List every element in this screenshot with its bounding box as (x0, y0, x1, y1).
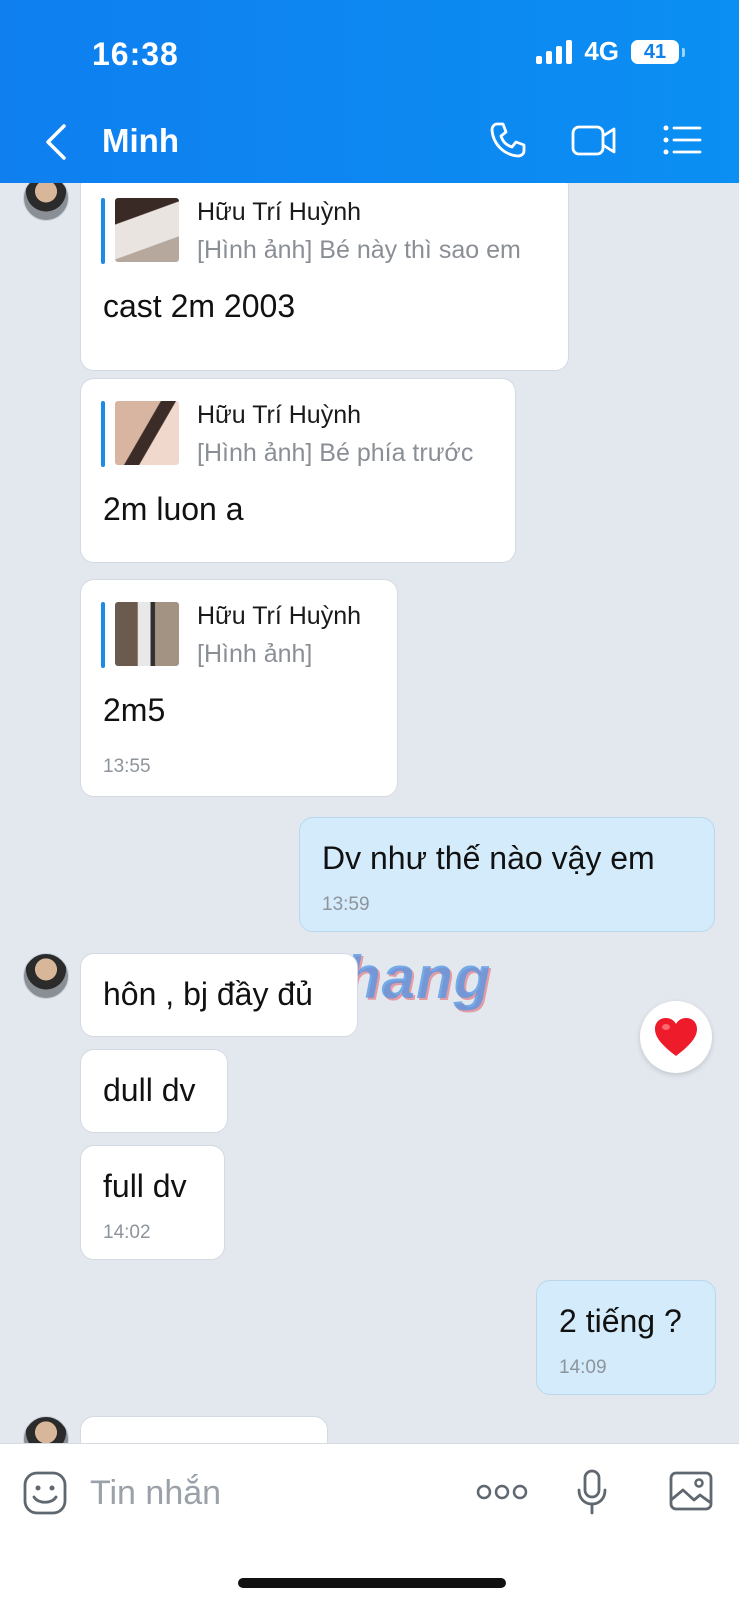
signal-icon (536, 39, 573, 64)
home-indicator[interactable] (238, 1578, 506, 1588)
heart-icon (655, 1018, 697, 1056)
battery-level: 41 (643, 40, 667, 63)
quote-text: [Hình ảnh] (197, 640, 313, 668)
message-time: 13:55 (103, 756, 151, 777)
sticker-icon[interactable] (22, 1470, 68, 1516)
quoted-image-thumbnail[interactable] (115, 602, 179, 666)
message-text: hôn , bj đầy đủ (103, 976, 313, 1012)
message-input[interactable]: Tin nhắn (90, 1474, 221, 1513)
message-bubble[interactable]: full dv 14:02 (80, 1145, 225, 1260)
quote-bar (101, 401, 105, 467)
message-text: cast 2m 2003 (103, 288, 296, 324)
microphone-icon[interactable] (576, 1468, 608, 1516)
message-composer: Tin nhắn (0, 1443, 739, 1601)
quote-bar (101, 198, 105, 264)
quote-sender-name: Hữu Trí Huỳnh (197, 401, 362, 429)
chat-area[interactable]: Hữu Trí Huỳnh [Hình ảnh] Bé này thì sao … (0, 183, 739, 1443)
image-icon[interactable] (668, 1470, 714, 1512)
quoted-image-thumbnail[interactable] (115, 198, 179, 262)
quote-text: [Hình ảnh] Bé này thì sao em (197, 236, 521, 264)
message-text: 2m luon a (103, 491, 244, 527)
avatar[interactable] (23, 953, 69, 999)
quote-text: [Hình ảnh] Bé phía trước (197, 439, 474, 467)
message-bubble[interactable]: hôn , bj đầy đủ (80, 953, 358, 1037)
quote-sender-name: Hữu Trí Huỳnh (197, 602, 362, 630)
network-label: 4G (584, 36, 619, 66)
message-time: 14:09 (559, 1357, 607, 1378)
chevron-left-icon[interactable] (40, 122, 74, 162)
message-bubble[interactable]: Hữu Trí Huỳnh [Hình ảnh] 2m5 13:55 (80, 579, 398, 797)
outgoing-message-bubble[interactable]: 2 tiếng ? 14:09 (536, 1280, 716, 1395)
message-bubble[interactable]: dull dv (80, 1049, 228, 1133)
phone-icon[interactable] (488, 120, 528, 160)
message-time: 14:02 (103, 1222, 151, 1243)
message-text: 2m5 (103, 692, 166, 728)
video-call-icon[interactable] (570, 120, 618, 160)
outgoing-message-bubble[interactable]: Dv như thế nào vậy em 13:59 (299, 817, 715, 932)
avatar[interactable] (23, 183, 69, 221)
message-text: dull dv (103, 1072, 196, 1108)
more-icon[interactable] (476, 1484, 528, 1500)
quote-sender-name: Hữu Trí Huỳnh (197, 198, 362, 226)
status-indicators: 4G 41 (536, 36, 685, 67)
heart-reaction[interactable] (640, 1001, 712, 1073)
message-text: full dv (103, 1168, 187, 1204)
top-bar: 16:38 4G 41 Minh (0, 0, 739, 183)
status-time: 16:38 (92, 36, 179, 72)
contact-name[interactable]: Minh (102, 122, 179, 160)
avatar[interactable] (23, 1416, 69, 1443)
quote-bar (101, 602, 105, 668)
message-bubble[interactable]: Hữu Trí Huỳnh [Hình ảnh] Bé phía trước 2… (80, 378, 516, 563)
quoted-image-thumbnail[interactable] (115, 401, 179, 465)
message-bubble[interactable] (80, 1416, 328, 1443)
message-text: 2 tiếng ? (559, 1303, 682, 1339)
battery-icon: 41 (631, 39, 685, 64)
message-time: 13:59 (322, 894, 370, 915)
menu-list-icon[interactable] (662, 120, 704, 160)
message-text: Dv như thế nào vậy em (322, 840, 655, 876)
message-bubble[interactable]: Hữu Trí Huỳnh [Hình ảnh] Bé này thì sao … (80, 183, 569, 371)
